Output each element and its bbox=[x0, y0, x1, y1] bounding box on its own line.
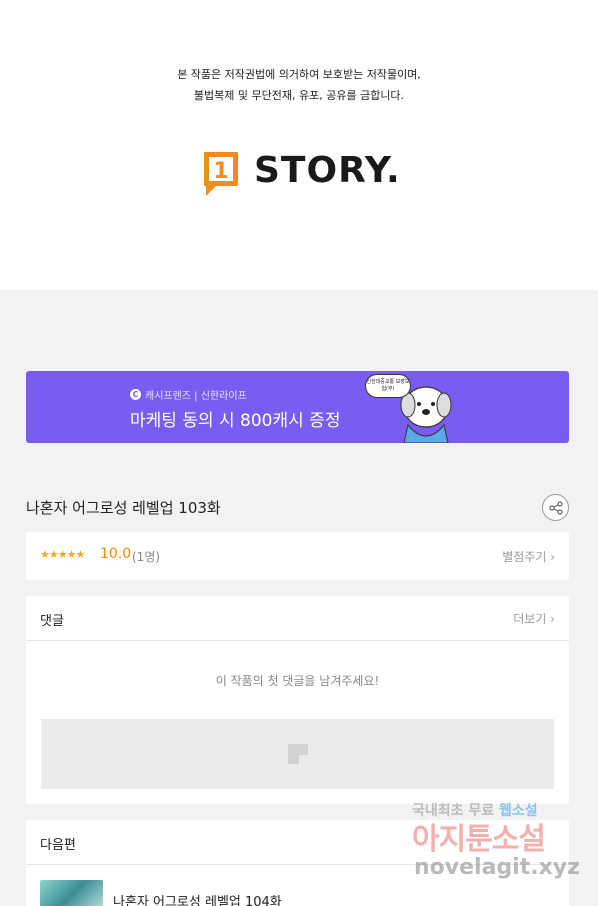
rate-button[interactable]: 별점주기 › bbox=[502, 548, 555, 565]
placeholder-image-icon bbox=[287, 744, 308, 764]
banner-sub-text: 캐시프렌즈 | 신한라이프 bbox=[145, 391, 247, 402]
comments-card: 댓글 더보기 › 이 작품의 첫 댓글을 남겨주세요! bbox=[26, 596, 569, 804]
logo-text: STORY. bbox=[254, 149, 401, 191]
comments-more-link[interactable]: 더보기 › bbox=[513, 610, 555, 627]
speech-bubble: 신한대중교통 보장보험(무) bbox=[365, 374, 411, 398]
watermark-line-2: 아지툰소설 bbox=[412, 822, 546, 857]
cash-icon: C bbox=[130, 389, 141, 400]
rating-score: 10.0 bbox=[100, 546, 132, 562]
share-button[interactable] bbox=[542, 494, 569, 521]
episode-title-row: 나혼자 어그로성 레벨업 103화 bbox=[26, 494, 569, 521]
next-episode-label: 다음편 bbox=[40, 838, 76, 853]
logo-badge-icon: 1 bbox=[202, 150, 240, 196]
rating-stars-icon: ★★★★★ bbox=[40, 548, 85, 561]
rating-count: (1명) bbox=[132, 550, 161, 564]
logo-badge-number: 1 bbox=[213, 159, 228, 184]
comments-empty-message: 이 작품의 첫 댓글을 남겨주세요! bbox=[215, 674, 380, 688]
comments-label: 댓글 bbox=[40, 614, 64, 629]
copyright-notice: 본 작품은 저작권법에 의거하여 보호받는 저작물이며, 불법복제 및 무단전재… bbox=[0, 64, 598, 106]
ad-placeholder[interactable] bbox=[41, 719, 554, 789]
copyright-section: 본 작품은 저작권법에 의거하여 보호받는 저작물이며, 불법복제 및 무단전재… bbox=[0, 0, 598, 290]
copyright-line-2: 불법복제 및 무단전재, 유포, 공유를 금합니다. bbox=[193, 89, 405, 102]
next-episode-title: 나혼자 어그로성 레벨업 104화 bbox=[113, 894, 282, 906]
share-icon bbox=[548, 500, 563, 515]
rating-card: ★★★★★ 10.0 (1명) 별점주기 › bbox=[26, 532, 569, 580]
episode-title: 나혼자 어그로성 레벨업 103화 bbox=[26, 499, 221, 517]
banner-title: 마케팅 동의 시 800캐시 증정 bbox=[130, 411, 341, 431]
watermark-line-3: novelagit.xyz bbox=[414, 855, 580, 880]
next-episode-item[interactable]: 나혼자 어그로성 레벨업 104화 bbox=[40, 880, 282, 906]
banner-subtitle: C 캐시프렌즈 | 신한라이프 bbox=[130, 387, 247, 402]
comments-header: 댓글 더보기 › bbox=[26, 596, 569, 641]
onestory-logo: 1 STORY. bbox=[202, 146, 401, 196]
next-episode-thumbnail bbox=[40, 880, 103, 906]
site-watermark: 국내최초 무료 웹소설 아지툰소설 novelagit.xyz bbox=[412, 800, 592, 890]
copyright-line-1: 본 작품은 저작권법에 의거하여 보호받는 저작물이며, bbox=[177, 68, 421, 81]
promo-banner[interactable]: C 캐시프렌즈 | 신한라이프 마케팅 동의 시 800캐시 증정 신한대중교통… bbox=[26, 371, 569, 443]
